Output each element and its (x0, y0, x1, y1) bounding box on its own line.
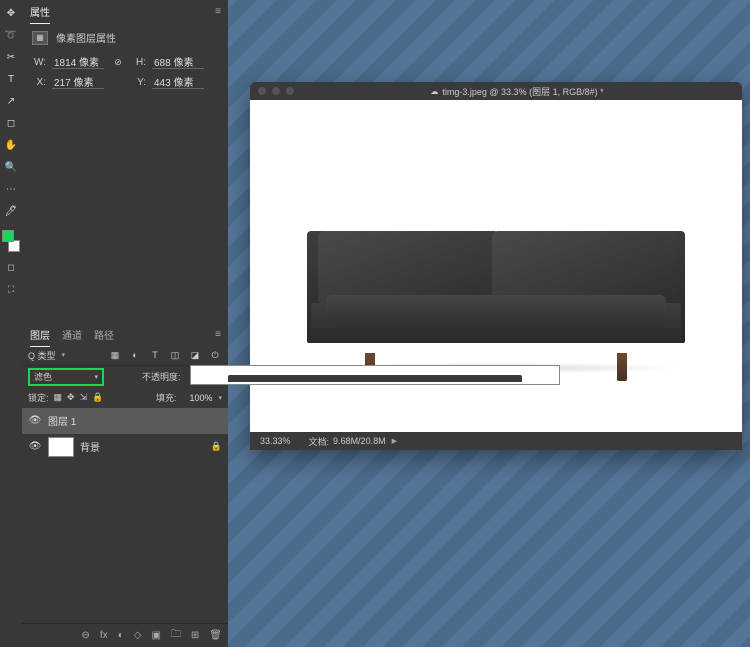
layer-thumbnail[interactable] (48, 437, 74, 457)
layers-bottom-bar: ⊖ fx ◐ ◇ ▣ 🗀 ⊞ 🗑 (22, 623, 228, 647)
trash-icon[interactable]: 🗑 (209, 630, 222, 641)
lock-artboard-icon[interactable]: ⇲ (80, 392, 88, 403)
y-label: Y: (132, 77, 146, 88)
new-layer-icon[interactable]: ⊞ (191, 630, 199, 641)
crop-tool-icon[interactable]: ✂ (2, 48, 20, 66)
lock-label: 锁定: (28, 391, 49, 404)
layer-name: 图层 1 (48, 413, 76, 428)
lock-icon[interactable]: 🔒 (211, 441, 222, 452)
tools-toolbar: ✥ ➰ ✂ T ↗ ◻ ✋ 🔍 ⋯ 🖊 ◻ ⛶ (0, 0, 22, 647)
zoom-tool-icon[interactable]: 🔍 (2, 158, 20, 176)
width-field[interactable] (52, 55, 104, 69)
window-min-icon[interactable] (272, 87, 280, 95)
panels-column: 属性 ≡ ▦ 像素图层属性 W: ⊘ H: X: (22, 0, 228, 647)
filter-adjust-icon[interactable]: ◐ (128, 348, 142, 362)
sofa-image (311, 229, 681, 357)
layer-item-background[interactable]: 👁 背景 🔒 (22, 434, 228, 460)
blend-mode-select[interactable]: 滤色 ▾ (28, 368, 104, 386)
fill-label: 填充: (156, 391, 177, 404)
tab-layers[interactable]: 图层 (30, 327, 50, 342)
chevron-down-icon: ▾ (94, 373, 98, 381)
cloud-icon: ☁ (430, 87, 438, 96)
zoom-value[interactable]: 33.33% (260, 436, 291, 446)
w-label: W: (32, 57, 46, 68)
shape-tool-icon[interactable]: ◻ (2, 114, 20, 132)
fx-icon[interactable]: fx (100, 630, 108, 641)
fill-field[interactable] (181, 393, 213, 403)
visibility-icon[interactable]: 👁 (28, 414, 42, 428)
quickmask-icon[interactable]: ◻ (4, 260, 18, 274)
type-tool-icon[interactable]: T (2, 70, 20, 88)
window-max-icon[interactable] (286, 87, 294, 95)
filter-pixel-icon[interactable]: ▦ (108, 348, 122, 362)
lock-all-icon[interactable]: 🔒 (92, 392, 103, 403)
mask-icon[interactable]: ◐ (118, 630, 124, 641)
lock-position-icon[interactable]: ✥ (67, 392, 75, 403)
color-swatches[interactable] (2, 230, 20, 252)
panel-menu-icon[interactable]: ≡ (215, 6, 220, 17)
chevron-down-icon[interactable]: ▾ (62, 351, 66, 359)
document-window: ☁ timg-3.jpeg @ 33.3% (图层 1, RGB/8#) * (250, 82, 742, 450)
folder-icon[interactable]: 🗀 (171, 627, 181, 644)
tab-paths[interactable]: 路径 (94, 327, 114, 342)
filter-smart-icon[interactable]: ◪ (188, 348, 202, 362)
properties-tab[interactable]: 属性 (30, 4, 50, 19)
link-layers-icon[interactable]: ⊖ (82, 630, 90, 641)
filter-toggle-icon[interactable]: ⏻ (208, 348, 222, 362)
opacity-label: 不透明度: (142, 370, 181, 383)
filesize-label: 文档: (309, 435, 330, 448)
foreground-color[interactable] (2, 230, 14, 242)
more-tool-icon[interactable]: ⋯ (2, 180, 20, 198)
canvas-area: ☁ timg-3.jpeg @ 33.3% (图层 1, RGB/8#) * (228, 0, 750, 647)
document-title: timg-3.jpeg @ 33.3% (图层 1, RGB/8#) * (442, 85, 603, 98)
pixel-layer-icon: ▦ (32, 31, 48, 45)
blend-mode-value: 滤色 (34, 370, 52, 383)
link-wh-icon[interactable]: ⊘ (110, 55, 126, 69)
filter-shape-icon[interactable]: ◫ (168, 348, 182, 362)
screenmode-icon[interactable]: ⛶ (4, 282, 18, 296)
adjustment-icon[interactable]: ◇ (134, 630, 142, 641)
window-close-icon[interactable] (258, 87, 266, 95)
tab-channels[interactable]: 通道 (62, 327, 82, 342)
height-field[interactable] (152, 55, 204, 69)
filter-type-icon[interactable]: T (148, 348, 162, 362)
chevron-down-icon[interactable]: ▾ (218, 394, 222, 402)
h-label: H: (132, 57, 146, 68)
properties-title: 像素图层属性 (56, 30, 116, 45)
document-statusbar: 33.33% 文档: 9.68M/20.8M ▶ (250, 432, 742, 450)
document-titlebar[interactable]: ☁ timg-3.jpeg @ 33.3% (图层 1, RGB/8#) * (250, 82, 742, 100)
layer-name: 背景 (80, 439, 100, 454)
x-label: X: (32, 77, 46, 88)
layers-menu-icon[interactable]: ≡ (215, 329, 220, 340)
path-tool-icon[interactable]: ↗ (2, 92, 20, 110)
visibility-icon[interactable]: 👁 (28, 440, 42, 454)
filesize-value: 9.68M/20.8M (333, 436, 386, 446)
y-field[interactable] (152, 75, 204, 89)
layer-item-1[interactable]: 👁 图层 1 (22, 408, 228, 434)
layers-panel: 图层 通道 路径 ≡ Q 类型 ▾ ▦ ◐ T ◫ ◪ ⏻ 滤色 (22, 324, 228, 647)
edit-toolbar-icon[interactable]: 🖊 (2, 202, 20, 220)
properties-panel: 属性 ≡ ▦ 像素图层属性 W: ⊘ H: X: (22, 0, 228, 324)
lock-pixels-icon[interactable]: ▦ (54, 392, 63, 403)
x-field[interactable] (52, 75, 104, 89)
lasso-tool-icon[interactable]: ➰ (2, 26, 20, 44)
layer-filter-label[interactable]: Q 类型 (28, 349, 56, 362)
group-icon[interactable]: ▣ (151, 630, 160, 641)
status-menu-icon[interactable]: ▶ (392, 437, 397, 445)
hand-tool-icon[interactable]: ✥ (2, 4, 20, 22)
layer-list: 👁 图层 1 👁 背景 🔒 (22, 408, 228, 624)
hand2-tool-icon[interactable]: ✋ (2, 136, 20, 154)
